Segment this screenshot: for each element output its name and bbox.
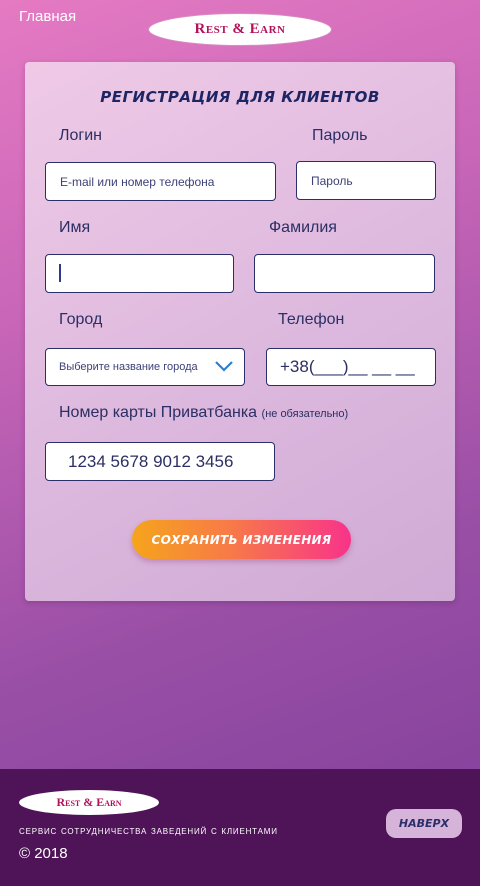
registration-card: РЕГИСТРАЦИЯ ДЛЯ КЛИЕНТОВ Логин Пароль Им… xyxy=(25,62,455,601)
login-field[interactable] xyxy=(45,162,276,201)
card-number-label: Номер карты Приватбанка (не обязательно) xyxy=(59,404,348,422)
text-cursor xyxy=(59,264,61,282)
last-name-input[interactable] xyxy=(255,255,434,292)
logo-text: Rest & Earn xyxy=(194,21,286,37)
city-select[interactable]: Выберите название города xyxy=(45,348,245,386)
scroll-top-button[interactable]: НАВЕРХ xyxy=(386,809,462,838)
city-select-placeholder: Выберите название города xyxy=(59,361,198,373)
password-label: Пароль xyxy=(312,127,368,144)
logo[interactable]: Rest & Earn xyxy=(148,13,332,46)
footer-logo-text: Rest & Earn xyxy=(56,795,122,809)
first-name-field[interactable] xyxy=(45,254,234,293)
last-name-label: Фамилия xyxy=(269,219,337,236)
password-input[interactable] xyxy=(297,162,435,199)
footer-tagline: СЕРВИС СОТРУДНИЧЕСТВА ЗАВЕДЕНИЙ С КЛИЕНТ… xyxy=(19,825,278,837)
card-number-label-text: Номер карты Приватбанка xyxy=(59,404,258,421)
first-name-label: Имя xyxy=(59,219,91,236)
login-input[interactable] xyxy=(46,163,275,200)
home-link[interactable]: Главная xyxy=(19,8,76,25)
first-name-input[interactable] xyxy=(46,255,233,292)
login-label: Логин xyxy=(59,127,103,144)
copyright: © 2018 xyxy=(19,845,68,862)
phone-label: Телефон xyxy=(278,311,345,328)
phone-input[interactable] xyxy=(267,349,435,385)
card-number-field[interactable] xyxy=(45,442,275,481)
last-name-field[interactable] xyxy=(254,254,435,293)
form-title: РЕГИСТРАЦИЯ ДЛЯ КЛИЕНТОВ xyxy=(100,88,380,106)
card-number-input[interactable] xyxy=(46,443,274,480)
footer-logo[interactable]: Rest & Earn xyxy=(19,790,159,815)
save-button[interactable]: СОХРАНИТЬ ИЗМЕНЕНИЯ xyxy=(132,520,351,559)
footer: Rest & Earn СЕРВИС СОТРУДНИЧЕСТВА ЗАВЕДЕ… xyxy=(0,769,480,886)
phone-field[interactable] xyxy=(266,348,436,386)
card-number-optional-note: (не обязательно) xyxy=(261,408,349,420)
top-bar: Главная Rest & Earn xyxy=(0,0,480,50)
password-field[interactable] xyxy=(296,161,436,200)
city-label: Город xyxy=(59,311,103,328)
chevron-down-icon xyxy=(215,361,233,372)
